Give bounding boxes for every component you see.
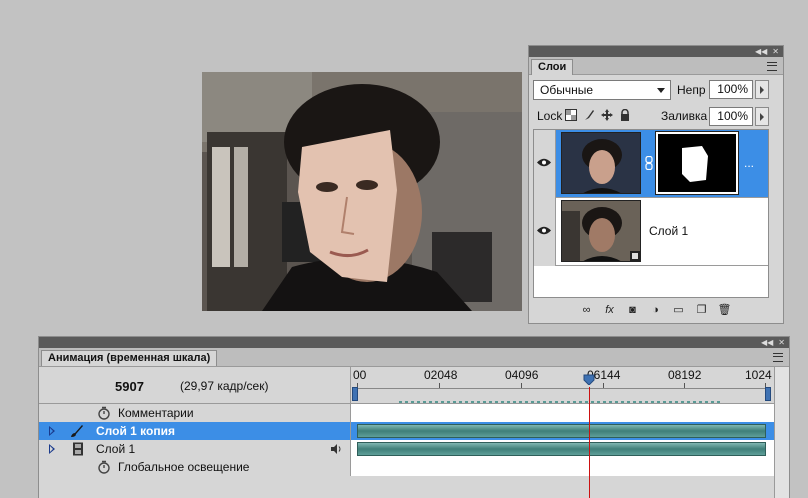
layers-bottom-toolbar: ∞ fx ◙ ◑ ▭ ❐ 🗑 [579, 304, 732, 316]
eye-icon[interactable] [537, 226, 551, 235]
visibility-toggle[interactable] [534, 198, 556, 266]
opacity-slider-button[interactable] [755, 80, 769, 99]
panel-titlebar[interactable]: ◀◀ ✕ [39, 337, 789, 348]
lock-label: Lock [537, 109, 563, 123]
ruler-label: 04096 [505, 368, 539, 382]
blend-opacity-row: Обычные Непр 100% [533, 80, 779, 100]
track-comments[interactable]: Комментарии [39, 404, 774, 422]
opacity-label: Непр [677, 83, 706, 97]
tab-layers[interactable]: Слои [531, 59, 574, 75]
layer-duration-bar[interactable] [357, 442, 766, 456]
ruler-label: 00 [353, 368, 367, 382]
chevron-down-icon [657, 88, 665, 93]
fill-field[interactable]: 100% [709, 107, 753, 126]
collapse-icon[interactable]: ◀◀ [755, 46, 767, 57]
track-timeline[interactable] [351, 422, 774, 440]
time-ruler[interactable]: 00 02048 04096 06144 08192 1024 [351, 367, 774, 404]
animation-tabrow: Анимация (временная шкала) [39, 348, 789, 367]
layer-mask-thumbnail[interactable] [655, 131, 739, 195]
track-label: Слой 1 [96, 442, 136, 456]
close-panel-icon[interactable]: ✕ [772, 46, 779, 57]
link-layers-icon[interactable]: ∞ [579, 304, 594, 316]
fill-label: Заливка [661, 109, 708, 123]
stopwatch-icon[interactable] [97, 460, 111, 474]
adjustment-icon[interactable]: ◑ [648, 304, 663, 316]
cache-indicator [399, 401, 721, 403]
layers-list: ... Слой 1 [533, 129, 769, 298]
panel-titlebar[interactable]: ◀◀ ✕ [529, 46, 783, 57]
track-label: Слой 1 копия [96, 424, 175, 438]
track-timeline[interactable] [351, 440, 774, 458]
opacity-field[interactable]: 100% [709, 80, 753, 99]
lock-position-move-icon[interactable] [601, 109, 613, 121]
layer-row-sloy1[interactable]: Слой 1 [534, 198, 768, 266]
document-canvas-image [202, 72, 522, 311]
lock-image-brush-icon[interactable] [583, 109, 595, 121]
layer-row-copy[interactable]: ... [534, 130, 768, 198]
new-layer-icon[interactable]: ❐ [694, 304, 709, 316]
panel-menu-icon[interactable] [767, 61, 779, 71]
group-folder-icon[interactable]: ▭ [671, 304, 686, 316]
ruler-label: 08192 [668, 368, 702, 382]
vertical-scrollbar[interactable] [774, 367, 789, 498]
film-strip-icon [73, 442, 83, 456]
panel-menu-icon[interactable] [773, 352, 785, 362]
ruler-line [357, 388, 768, 389]
track-global-light[interactable]: Глобальное освещение [39, 458, 774, 476]
layer-overflow-dots: ... [744, 156, 755, 170]
blend-mode-select[interactable]: Обычные [533, 80, 671, 100]
face-photo [202, 72, 522, 311]
timecode-header: 5907 (29,97 кадр/сек) [39, 367, 351, 404]
add-mask-icon[interactable]: ◙ [625, 304, 640, 316]
lock-all-icon[interactable] [619, 109, 631, 121]
fx-icon[interactable]: fx [602, 304, 617, 316]
animation-timeline-panel: ◀◀ ✕ Анимация (временная шкала) 5907 (29… [38, 336, 790, 498]
layer-thumbnail[interactable] [561, 132, 641, 194]
frame-rate: (29,97 кадр/сек) [180, 379, 269, 393]
layer-thumbnail[interactable] [561, 200, 641, 262]
speaker-icon[interactable] [330, 443, 342, 455]
expand-triangle-icon[interactable] [49, 426, 55, 436]
track-label: Глобальное освещение [118, 460, 250, 474]
fill-slider-button[interactable] [755, 107, 769, 126]
tab-animation[interactable]: Анимация (временная шкала) [41, 350, 218, 366]
brush-icon [71, 425, 83, 437]
expand-triangle-icon[interactable] [49, 444, 55, 454]
work-area-end-handle[interactable] [765, 387, 771, 401]
stopwatch-icon[interactable] [97, 406, 111, 420]
track-label: Комментарии [118, 406, 194, 420]
layers-tabrow: Слои [529, 57, 783, 75]
layers-panel: ◀◀ ✕ Слои Обычные Непр 100% Lock Заливка… [528, 45, 784, 324]
playhead-handle-icon[interactable] [583, 367, 595, 385]
track-sloy1[interactable]: Слой 1 [39, 440, 774, 458]
track-sloy1-copy[interactable]: Слой 1 копия [39, 422, 774, 440]
blend-mode-value: Обычные [540, 83, 594, 97]
trash-icon[interactable]: 🗑 [717, 304, 732, 316]
playhead-line[interactable] [589, 387, 590, 498]
ruler-label: 1024 [745, 368, 772, 382]
track-timeline[interactable] [351, 458, 774, 476]
mask-link-icon[interactable] [645, 156, 653, 170]
current-frame[interactable]: 5907 [115, 379, 144, 394]
lock-transparency-icon[interactable] [565, 109, 577, 121]
layer-duration-bar[interactable] [357, 424, 766, 438]
visibility-toggle[interactable] [534, 130, 556, 198]
work-area-start-handle[interactable] [352, 387, 358, 401]
track-timeline[interactable] [351, 404, 774, 422]
eye-icon[interactable] [537, 158, 551, 167]
collapse-icon[interactable]: ◀◀ [761, 337, 773, 348]
ruler-label: 02048 [424, 368, 458, 382]
close-panel-icon[interactable]: ✕ [778, 337, 785, 348]
layer-name-sloy1[interactable]: Слой 1 [649, 224, 688, 238]
